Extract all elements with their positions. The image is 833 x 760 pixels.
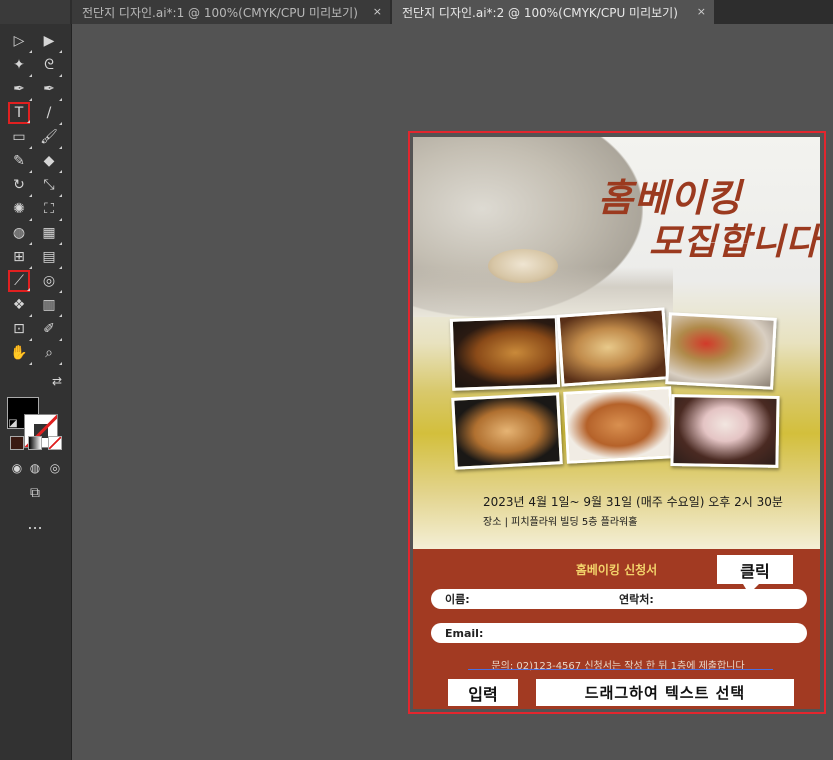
tool-glyph: / — [46, 105, 52, 121]
swap-colors-icon[interactable]: ⇄ — [46, 370, 68, 392]
default-colors-icon[interactable]: ◪ — [2, 412, 24, 434]
tool-glyph: ✺ — [13, 201, 25, 217]
rectangle-tool-icon[interactable]: ▭ — [8, 126, 32, 149]
tab-label: 전단지 디자인.ai*:1 @ 100%(CMYK/CPU 미리보기) — [82, 5, 358, 20]
magic-wand-tool-icon[interactable]: ✦ — [8, 54, 32, 77]
slice-tool-icon[interactable]: ✐ — [38, 318, 62, 341]
event-info[interactable]: 2023년 4월 1일~ 9월 31일 (매주 수요일) 오후 2시 30분 장… — [483, 493, 783, 528]
column-graph-tool-icon[interactable]: ▥ — [38, 294, 62, 317]
tool-glyph: ✦ — [13, 57, 25, 73]
tool-glyph: ↻ — [13, 177, 25, 193]
gradient-mode-icon[interactable] — [24, 432, 46, 454]
tool-glyph: T — [14, 105, 24, 121]
date-line[interactable]: 2023년 4월 1일~ 9월 31일 (매주 수요일) 오후 2시 30분 — [483, 493, 783, 510]
tool-glyph: ⟋ — [14, 273, 24, 289]
selection-tool-icon[interactable]: ▷ — [8, 30, 32, 53]
tool-glyph: ✐ — [43, 321, 55, 337]
tool-glyph: ◆ — [43, 153, 55, 169]
draw-inside-icon[interactable]: ◎ — [44, 457, 66, 479]
tab-document-2[interactable]: 전단지 디자인.ai*:2 @ 100%(CMYK/CPU 미리보기) × — [392, 0, 714, 24]
tool-glyph: ᘓ — [44, 57, 54, 73]
line-tool-icon[interactable]: / — [38, 102, 62, 125]
paintbrush-tool-icon[interactable]: 🖌 — [38, 126, 62, 149]
perspective-grid-tool-icon[interactable]: ▦ — [38, 222, 62, 245]
pen-tool-icon[interactable]: ✒ — [8, 78, 32, 101]
tool-glyph: ▭ — [12, 129, 26, 145]
close-icon[interactable]: × — [373, 5, 382, 18]
lasso-tool-icon[interactable]: ᘓ — [38, 54, 62, 77]
scale-tool-icon[interactable]: ⤡ — [38, 174, 62, 197]
rotate-tool-icon[interactable]: ↻ — [8, 174, 32, 197]
artboard-tool-icon[interactable]: ⊡ — [8, 318, 32, 341]
tool-glyph: ❖ — [12, 297, 26, 313]
draw-behind-icon[interactable]: ◍ — [24, 457, 46, 479]
mesh-tool-icon[interactable]: ⊞ — [8, 246, 32, 269]
tool-glyph: ✋ — [10, 345, 28, 361]
shape-builder-tool-icon[interactable]: ◍ — [8, 222, 32, 245]
hand-tool-icon[interactable]: ✋ — [8, 342, 32, 365]
symbol-sprayer-tool-icon[interactable]: ❖ — [8, 294, 32, 317]
tool-glyph: ◎ — [42, 273, 56, 289]
tool-glyph: ▷ — [13, 33, 25, 49]
poster-top-section: 홈베이킹 모집합니다 2023년 4월 1일~ 9월 31일 (매주 수요일) … — [413, 137, 820, 549]
curvature-tool-icon[interactable]: ✒ — [38, 78, 62, 101]
blend-tool-icon[interactable]: ◎ — [38, 270, 62, 293]
tool-glyph: ⛶ — [44, 201, 54, 217]
tool-glyph: 🖌 — [40, 129, 58, 145]
eraser-tool-icon[interactable]: ◆ — [38, 150, 62, 173]
zoom-tool-icon[interactable]: ⌕ — [38, 342, 62, 365]
close-icon[interactable]: × — [697, 5, 706, 18]
tool-glyph: ⌕ — [45, 345, 53, 361]
poster-artboard[interactable]: 홈베이킹 모집합니다 2023년 4월 1일~ 9월 31일 (매주 수요일) … — [413, 137, 820, 709]
input-annotation: 입력 — [448, 679, 518, 706]
tool-glyph: ⤡ — [43, 177, 55, 193]
poster-title-line2[interactable]: 모집합니다 — [649, 213, 820, 265]
more-tools-icon[interactable]: ... — [24, 512, 46, 534]
text-selection-line — [468, 669, 773, 670]
gradient-tool-icon[interactable]: ▤ — [38, 246, 62, 269]
tool-glyph: ▥ — [42, 297, 56, 313]
tool-glyph: ✎ — [13, 153, 25, 169]
tool-glyph: ⊞ — [13, 249, 25, 265]
warp-tool-icon[interactable]: ✺ — [8, 198, 32, 221]
bread-photo-2[interactable] — [556, 307, 670, 387]
tool-glyph: ✒ — [13, 81, 25, 97]
dough-image — [488, 249, 558, 283]
bread-photo-1[interactable] — [449, 315, 561, 391]
screen-mode-icon[interactable]: ⧉ — [24, 482, 46, 504]
bread-photo-6[interactable] — [670, 394, 780, 468]
tool-glyph: ▤ — [42, 249, 56, 265]
tab-bar-spacer — [0, 0, 70, 24]
eyedropper-tool-icon[interactable]: ⟋ — [8, 270, 30, 292]
tool-glyph: ◍ — [12, 225, 26, 241]
bread-photo-4[interactable] — [451, 392, 563, 470]
document-tab-bar: 전단지 디자인.ai*:1 @ 100%(CMYK/CPU 미리보기) × 전단… — [0, 0, 833, 24]
bread-photo-5[interactable] — [563, 386, 675, 464]
tool-glyph: ▦ — [42, 225, 56, 241]
free-transform-tool-icon[interactable]: ⛶ — [38, 198, 62, 221]
email-field[interactable]: Email: — [431, 623, 807, 643]
click-annotation: 클릭 — [717, 555, 793, 594]
place-line[interactable]: 장소 | 피치플라워 빌딩 5층 플라워홀 — [483, 513, 783, 528]
shaper-tool-icon[interactable]: ✎ — [8, 150, 32, 173]
none-mode-icon[interactable] — [44, 432, 66, 454]
tool-glyph: ✒ — [43, 81, 55, 97]
tab-label: 전단지 디자인.ai*:2 @ 100%(CMYK/CPU 미리보기) — [402, 5, 678, 20]
direct-selection-tool-icon[interactable]: ▶ — [38, 30, 62, 53]
tab-document-1[interactable]: 전단지 디자인.ai*:1 @ 100%(CMYK/CPU 미리보기) × — [72, 0, 390, 24]
drag-select-annotation: 드래그하여 텍스트 선택 — [536, 679, 794, 706]
bread-photo-3[interactable] — [665, 312, 777, 390]
type-tool-icon[interactable]: T — [8, 102, 30, 124]
name-label: 이름: — [445, 593, 470, 606]
contact-label: 연락처: — [619, 593, 654, 606]
tool-glyph: ▶ — [43, 33, 55, 49]
tool-glyph: ⊡ — [13, 321, 25, 337]
tools-panel: ▷ ▶ ✦ ᘓ ✒ ✒ T / ▭ 🖌 ✎ ◆ ↻ ⤡ ✺ ⛶ ◍ ▦ ⊞ ▤ ⟋ ◎ ❖ ▥ ⊡ ✐ ✋ ⌕ ⇄ ◪ ◉ ◍ ◎ ⧉… — [0, 24, 72, 760]
email-label: Email: — [445, 626, 484, 640]
